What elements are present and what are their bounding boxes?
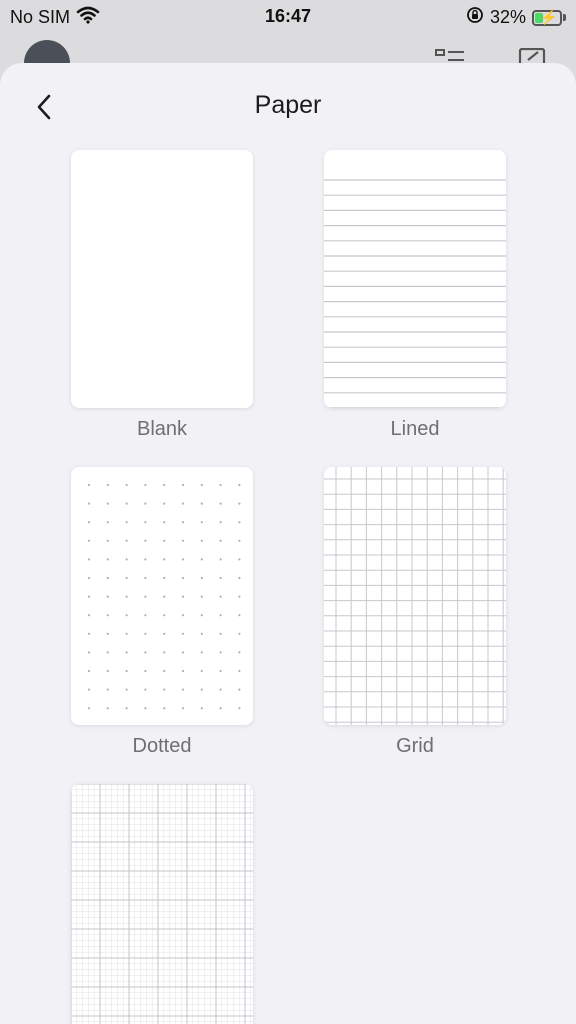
screen: No SIM 16:47 32% ⚡ Paper Blank Lined Dot…	[0, 0, 576, 1024]
sheet-title: Paper	[254, 91, 322, 119]
status-right: 32% ⚡	[466, 6, 566, 29]
paper-sheet: Paper Blank Lined Dotted Grid	[0, 63, 576, 1024]
paper-option-grid[interactable]: Grid	[324, 467, 506, 758]
paper-label: Blank	[136, 418, 188, 440]
paper-option-lined[interactable]: Lined	[324, 150, 506, 441]
paper-label: Lined	[390, 418, 440, 440]
paper-option-blank[interactable]: Blank	[71, 150, 253, 441]
paper-option-graph[interactable]	[71, 784, 253, 1024]
paper-preview-grid	[324, 467, 506, 725]
battery-nub	[563, 14, 566, 21]
battery-percent: 32%	[489, 7, 526, 27]
paper-preview-blank	[71, 150, 253, 408]
paper-option-dotted[interactable]: Dotted	[71, 467, 253, 758]
paper-label: Grid	[396, 735, 434, 757]
orientation-lock-icon	[466, 6, 484, 29]
battery-icon: ⚡	[532, 8, 562, 26]
paper-preview-dotted	[71, 467, 253, 725]
charging-bolt-icon: ⚡	[540, 8, 558, 25]
paper-preview-lined	[324, 150, 506, 408]
paper-preview-graph	[71, 784, 253, 1024]
paper-label: Dotted	[132, 735, 192, 757]
status-bar: No SIM 16:47 32% ⚡	[0, 0, 576, 34]
